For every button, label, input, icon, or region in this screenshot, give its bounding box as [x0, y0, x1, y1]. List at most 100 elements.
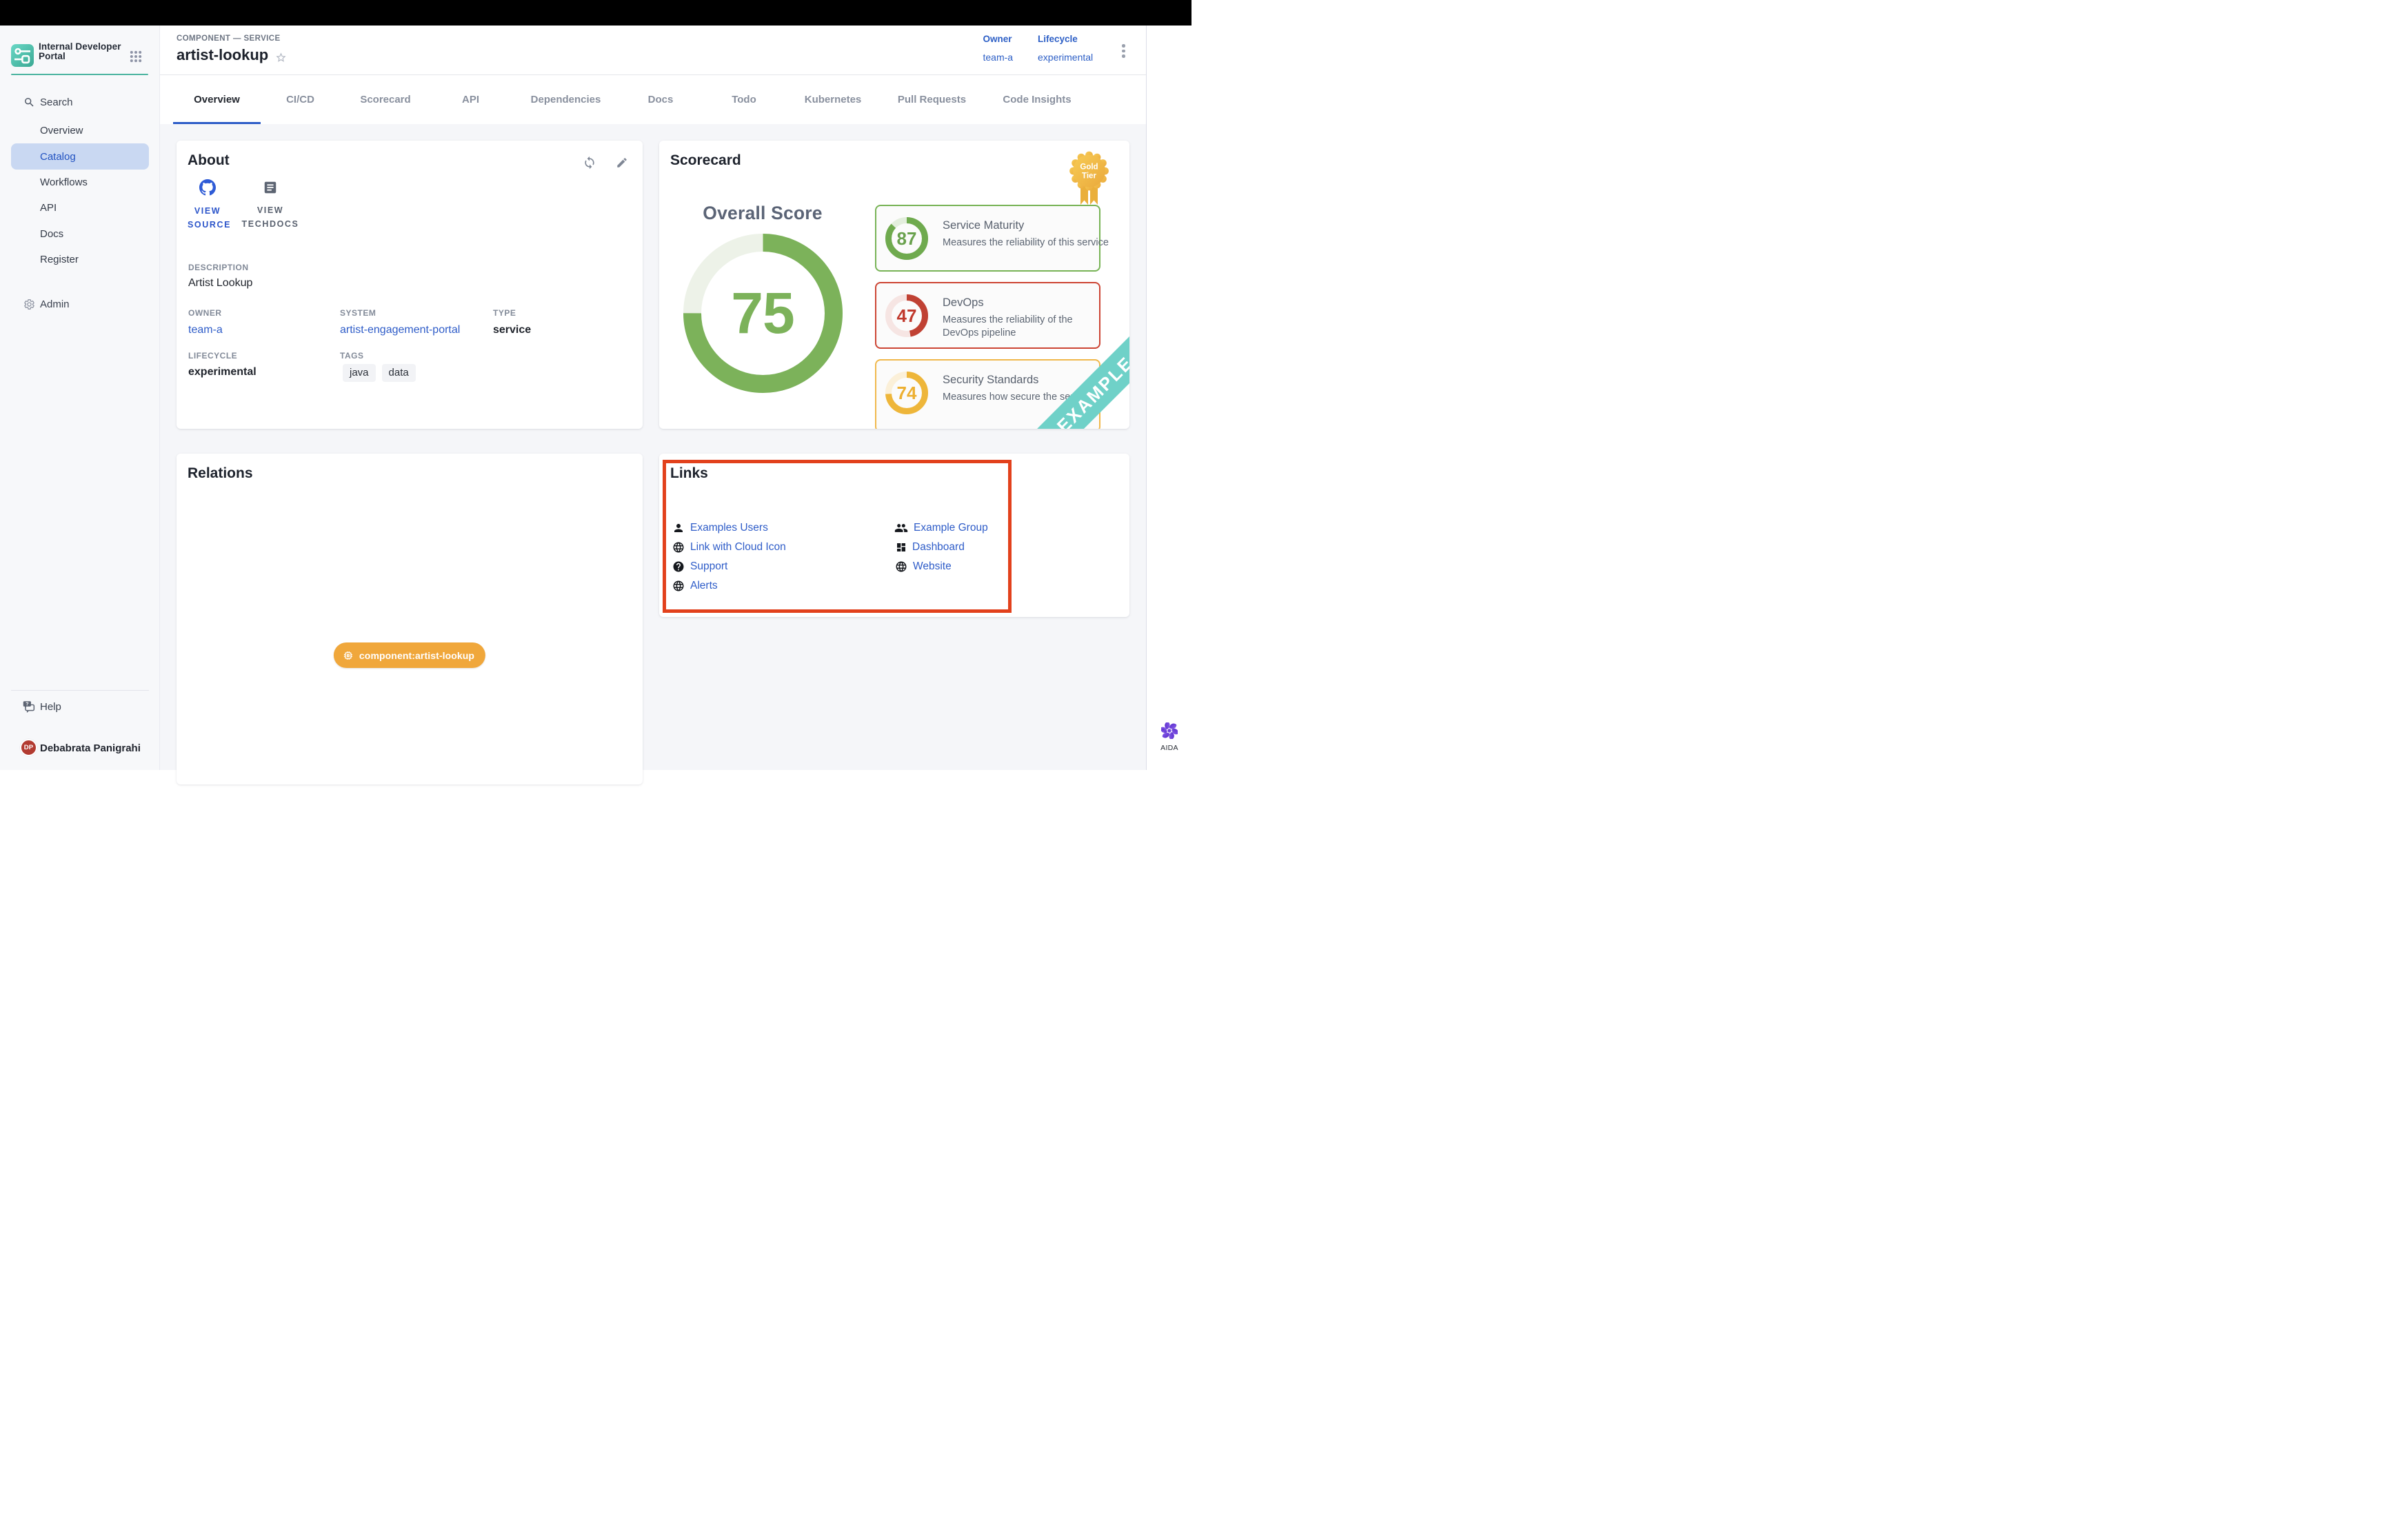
portal-logo-icon — [11, 44, 34, 67]
breadcrumb: COMPONENT — SERVICE — [177, 34, 281, 43]
tab-pull-requests[interactable]: Pull Requests — [878, 75, 986, 124]
view-techdocs-button[interactable]: VIEW TECHDOCS — [239, 180, 301, 231]
tab-todo[interactable]: Todo — [700, 75, 788, 124]
header-owner: Owner team-a — [983, 34, 1014, 63]
tab-docs[interactable]: Docs — [621, 75, 700, 124]
sidebar-item-catalog[interactable]: Catalog — [0, 145, 160, 168]
tag-chip[interactable]: data — [382, 364, 416, 382]
type-value: service — [493, 324, 531, 336]
lifecycle-value: experimental — [1038, 52, 1093, 63]
lifecycle-field-label: LIFECYCLE — [188, 351, 237, 361]
metric-card-service-maturity: 87 Service Maturity Measures the reliabi… — [875, 205, 1100, 272]
lifecycle-value: experimental — [188, 366, 257, 378]
metric-score: 87 — [885, 217, 928, 260]
tab-scorecard[interactable]: Scorecard — [340, 75, 431, 124]
svg-text:Gold: Gold — [1080, 163, 1098, 172]
view-techdocs-label: VIEW TECHDOCS — [239, 203, 301, 231]
more-options-icon[interactable] — [1122, 44, 1125, 60]
sidebar-item-docs[interactable]: Docs — [0, 222, 160, 245]
metric-description: Measures the reliability of this service — [943, 236, 1129, 250]
apps-grid-icon[interactable] — [130, 50, 142, 63]
github-icon — [199, 179, 216, 196]
sidebar-bottom-divider — [11, 690, 149, 691]
relations-card: Relations component:artist-lookup — [177, 454, 643, 784]
tab-kubernetes[interactable]: Kubernetes — [788, 75, 878, 124]
metric-name: Service Maturity — [943, 219, 1024, 232]
system-field-label: SYSTEM — [340, 308, 376, 318]
sidebar-item-help[interactable]: ? Help — [0, 696, 160, 717]
sidebar-accent-divider — [11, 74, 148, 76]
sidebar-item-overview[interactable]: Overview — [0, 119, 160, 142]
view-source-label: VIEW SOURCE — [188, 204, 228, 232]
page-title: artist-lookup — [177, 46, 268, 64]
overall-score-value: 75 — [683, 234, 843, 393]
system-link[interactable]: artist-engagement-portal — [340, 324, 460, 336]
scorecard-card: Scorecard Gold Tier Overall Score 75 — [659, 141, 1129, 429]
entity-header: COMPONENT — SERVICE artist-lookup Owner … — [160, 26, 1146, 75]
right-rail: AIDA — [1146, 26, 1192, 770]
lifecycle-label: Lifecycle — [1038, 34, 1093, 44]
entity-tabs: Overview CI/CD Scorecard API Dependencie… — [160, 75, 1146, 124]
sidebar-item-admin[interactable]: Admin — [0, 294, 160, 314]
techdocs-icon — [263, 180, 278, 195]
content-area: About VIEW SOURCE VIEW TECHDOCS DESCRIPT… — [160, 124, 1146, 770]
aida-label: AIDA — [1147, 744, 1192, 752]
chip-icon — [343, 650, 354, 661]
scorecard-title: Scorecard — [670, 152, 741, 169]
metric-name: Security Standards — [943, 374, 1038, 387]
search-icon — [23, 97, 35, 108]
sidebar-search[interactable]: Search — [0, 92, 160, 112]
description-label: DESCRIPTION — [188, 263, 249, 272]
overall-score-donut: 75 — [683, 234, 843, 393]
gold-tier-badge: Gold Tier — [1067, 149, 1112, 210]
links-highlight-annotation — [663, 460, 1012, 614]
metric-description: Measures the reliability of the DevOps p… — [943, 314, 1094, 340]
relations-title: Relations — [188, 465, 253, 482]
portal-logo[interactable] — [11, 44, 34, 67]
owner-value[interactable]: team-a — [983, 52, 1014, 63]
view-source-button[interactable]: VIEW SOURCE — [188, 179, 228, 232]
aida-icon[interactable] — [1161, 722, 1178, 739]
type-field-label: TYPE — [493, 308, 516, 318]
metric-name: DevOps — [943, 296, 984, 310]
sidebar-item-workflows[interactable]: Workflows — [0, 170, 160, 194]
svg-text:?: ? — [26, 700, 29, 707]
relations-node[interactable]: component:artist-lookup — [334, 642, 485, 668]
tab-code-insights[interactable]: Code Insights — [986, 75, 1088, 124]
owner-field-label: OWNER — [188, 308, 222, 318]
tags-list: java data — [343, 364, 422, 382]
tab-cicd[interactable]: CI/CD — [261, 75, 340, 124]
gear-icon — [23, 298, 35, 310]
owner-label: Owner — [983, 34, 1014, 44]
metric-card-devops: 47 DevOps Measures the reliability of th… — [875, 282, 1100, 349]
refresh-icon[interactable] — [583, 156, 596, 170]
relations-node-label: component:artist-lookup — [359, 650, 474, 661]
system-top-bar — [0, 0, 1192, 26]
overall-score-label: Overall Score — [680, 203, 845, 224]
help-chat-icon: ? — [22, 700, 37, 714]
metric-score: 74 — [885, 372, 928, 414]
owner-link[interactable]: team-a — [188, 324, 223, 336]
about-card: About VIEW SOURCE VIEW TECHDOCS DESCRIPT… — [177, 141, 643, 429]
sidebar: Internal Developer Portal Search Overvie… — [0, 26, 160, 770]
sidebar-item-register[interactable]: Register — [0, 248, 160, 272]
tab-api[interactable]: API — [431, 75, 510, 124]
sidebar-admin-label: Admin — [40, 298, 70, 310]
metric-score: 47 — [885, 294, 928, 337]
tab-dependencies[interactable]: Dependencies — [510, 75, 621, 124]
user-name[interactable]: Debabrata Panigrahi — [40, 742, 141, 754]
portal-title: Internal Developer Portal — [39, 42, 128, 61]
sidebar-help-label: Help — [40, 701, 61, 713]
tag-chip[interactable]: java — [343, 364, 376, 382]
tab-overview[interactable]: Overview — [173, 75, 261, 124]
edit-icon[interactable] — [616, 156, 628, 169]
user-avatar[interactable]: DP — [20, 739, 37, 756]
header-lifecycle: Lifecycle experimental — [1038, 34, 1093, 63]
tags-field-label: TAGS — [340, 351, 363, 361]
sidebar-item-api[interactable]: API — [0, 196, 160, 220]
sidebar-search-label: Search — [40, 97, 73, 108]
star-favorite-icon[interactable] — [275, 52, 287, 63]
about-title: About — [188, 152, 230, 169]
svg-text:Tier: Tier — [1082, 172, 1096, 181]
description-value: Artist Lookup — [188, 277, 252, 290]
